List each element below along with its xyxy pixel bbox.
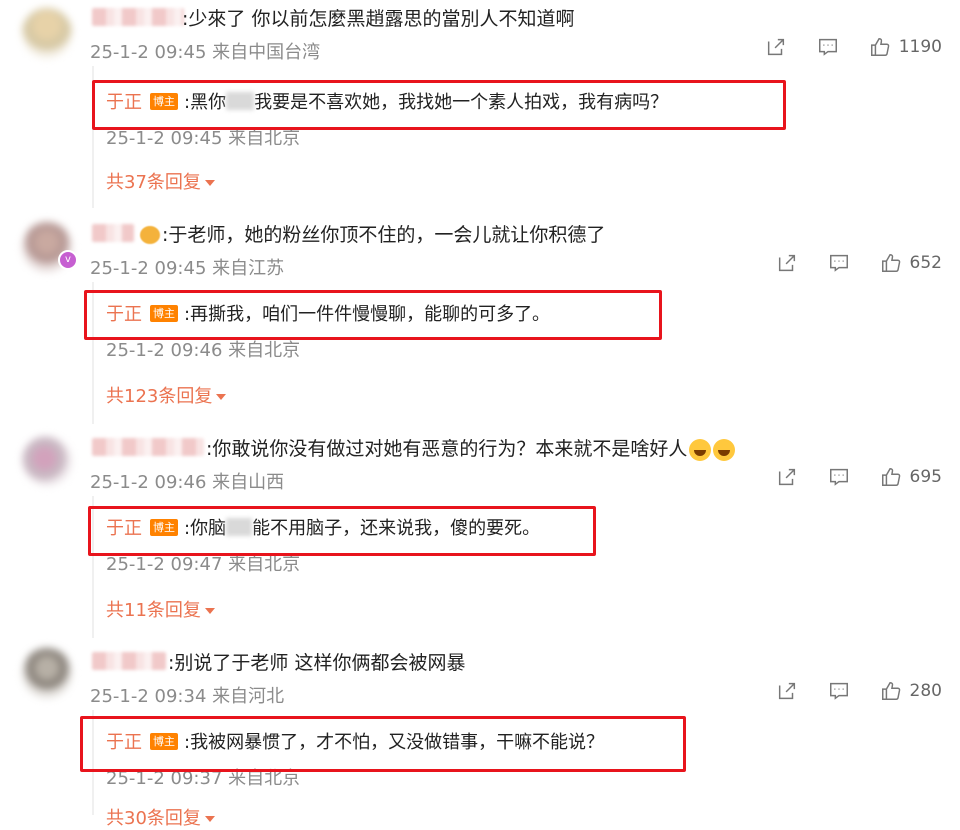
comment-text: :别说了于老师 这样你俩都会被网暴 — [168, 652, 466, 674]
comment-meta: 25-1-2 09:45 来自中国台湾 — [90, 42, 321, 63]
username-blurred[interactable] — [92, 652, 166, 670]
share-icon[interactable] — [776, 252, 798, 274]
share-icon[interactable] — [776, 680, 798, 702]
comment-text: :于老师，她的粉丝你顶不住的，一会儿就让你积德了 — [162, 224, 606, 246]
comment-icon[interactable] — [828, 680, 850, 702]
avatar[interactable] — [22, 436, 72, 486]
like-icon[interactable] — [880, 252, 902, 274]
like-count: 1190 — [898, 37, 942, 57]
highlight-box — [84, 290, 662, 340]
avatar[interactable] — [22, 8, 72, 58]
comment-actions: 695 — [746, 466, 942, 488]
more-replies-link[interactable]: 共37条回复 — [106, 168, 215, 194]
comment-icon[interactable] — [817, 36, 839, 58]
chevron-down-icon — [204, 816, 215, 822]
more-replies-link[interactable]: 共30条回复 — [106, 804, 215, 830]
crying-laughing-emoji-icon — [713, 438, 736, 461]
comment-actions: 280 — [746, 680, 942, 702]
comment-icon[interactable] — [828, 252, 850, 274]
highlight-box — [80, 716, 686, 772]
comment-actions: 652 — [746, 252, 942, 274]
like-count: 652 — [909, 253, 942, 273]
chevron-down-icon — [204, 608, 215, 614]
comment-meta: 25-1-2 09:34 来自河北 — [90, 686, 285, 707]
username-blurred[interactable] — [92, 224, 134, 242]
chevron-down-icon — [216, 394, 227, 400]
more-replies-link[interactable]: 共123条回复 — [106, 382, 227, 408]
like-icon[interactable] — [869, 36, 891, 58]
more-replies-link[interactable]: 共11条回复 — [106, 596, 215, 622]
avatar[interactable] — [22, 648, 72, 698]
crying-laughing-emoji-icon — [689, 438, 712, 461]
chevron-down-icon — [204, 180, 215, 186]
more-replies-label: 共30条回复 — [106, 808, 201, 829]
highlight-box — [92, 80, 786, 130]
comment-text: :你敢说你没有做过对她有恶意的行为？本来就不是啥好人 — [206, 434, 736, 461]
comment-actions: 1190 — [735, 36, 942, 58]
comment-icon[interactable] — [828, 466, 850, 488]
comment-text-content: :你敢说你没有做过对她有恶意的行为？本来就不是啥好人 — [206, 438, 688, 460]
highlight-box — [88, 506, 596, 556]
like-count: 280 — [909, 681, 942, 701]
share-icon[interactable] — [776, 466, 798, 488]
more-replies-label: 共123条回复 — [106, 386, 213, 407]
username-blurred[interactable] — [92, 8, 184, 26]
comment-meta: 25-1-2 09:46 来自山西 — [90, 472, 285, 493]
like-icon[interactable] — [880, 680, 902, 702]
share-icon[interactable] — [765, 36, 787, 58]
more-replies-label: 共37条回复 — [106, 172, 201, 193]
comment-text: :少來了 你以前怎麼黑趙露思的當別人不知道啊 — [182, 8, 575, 30]
crown-icon — [140, 226, 160, 244]
like-icon[interactable] — [880, 466, 902, 488]
comment-meta: 25-1-2 09:45 来自江苏 — [90, 258, 285, 279]
verified-badge-icon: v — [58, 250, 78, 270]
username-blurred[interactable] — [92, 438, 204, 456]
like-count: 695 — [909, 467, 942, 487]
more-replies-label: 共11条回复 — [106, 600, 201, 621]
